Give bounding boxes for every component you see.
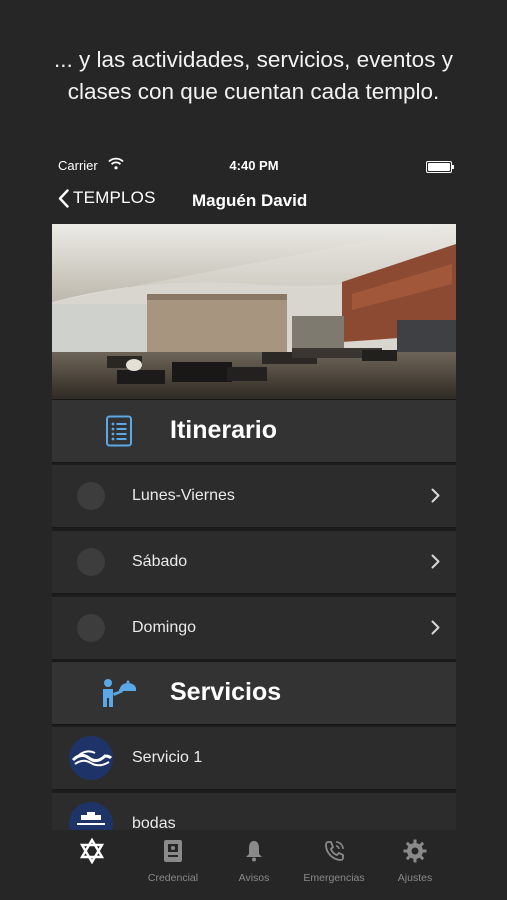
list-item[interactable]: Domingo (52, 597, 456, 660)
list-item[interactable]: bodas (52, 793, 456, 830)
bullet-icon (77, 614, 105, 642)
tab-home[interactable] (75, 830, 109, 888)
chevron-right-icon (431, 488, 440, 503)
status-bar: Carrier 4:40 PM (52, 156, 456, 176)
phone-icon (325, 841, 344, 861)
back-button[interactable]: TEMPLOS (58, 188, 156, 208)
star-of-david-icon (79, 838, 105, 864)
tab-label: Avisos (238, 872, 270, 884)
page-title: Maguén David (192, 191, 308, 210)
list-item[interactable]: Lunes-Viernes (52, 465, 456, 528)
tab-emergencias[interactable]: Emergencias (296, 830, 372, 888)
list-item-label: Domingo (132, 619, 197, 636)
itinerario-header: Itinerario (52, 399, 456, 463)
list-item-label: Lunes-Viernes (132, 487, 235, 504)
gear-icon (403, 839, 427, 863)
temple-lobby-photo (52, 224, 456, 399)
chevron-left-icon (58, 188, 69, 208)
list-document-icon (106, 415, 132, 447)
caption-line-1: ... y las actividades, servicios, evento… (54, 47, 453, 72)
tab-avisos[interactable]: Avisos (229, 830, 279, 888)
list-item-label: Sábado (132, 553, 188, 570)
section-title: Itinerario (170, 416, 277, 444)
wave-logo-icon (69, 736, 113, 780)
tab-label: Credencial (147, 872, 199, 884)
tab-label: Emergencias (303, 872, 365, 884)
temple-detail-scroll[interactable]: Itinerario Lunes-Viernes Sábado Domingo … (52, 224, 456, 830)
promo-caption: ... y las actividades, servicios, evento… (0, 44, 507, 108)
chevron-right-icon (431, 620, 440, 635)
wedding-logo-icon (69, 802, 113, 830)
back-label: TEMPLOS (73, 188, 156, 207)
battery-icon (426, 161, 454, 173)
tab-bar: Credencial Avisos Emergencias Ajustes (52, 830, 456, 888)
list-item-label: Servicio 1 (132, 749, 203, 766)
list-item[interactable]: Sábado (52, 531, 456, 594)
tab-credencial[interactable]: Credencial (138, 830, 208, 888)
navigation-bar: TEMPLOS Maguén David (52, 186, 456, 218)
caption-line-2: clases con que cuentan cada templo. (67, 79, 440, 104)
chevron-right-icon (431, 554, 440, 569)
clock: 4:40 PM (229, 158, 279, 173)
list-item-label: bodas (132, 815, 176, 830)
list-item[interactable]: Servicio 1 (52, 727, 456, 790)
service-waiter-icon (103, 679, 136, 707)
tab-label: Ajustes (397, 872, 433, 884)
bullet-icon (77, 482, 105, 510)
bullet-icon (77, 548, 105, 576)
bell-icon (246, 841, 262, 862)
tab-ajustes[interactable]: Ajustes (390, 830, 440, 888)
id-card-icon (164, 840, 182, 862)
servicios-header: Servicios (52, 661, 456, 725)
section-title: Servicios (170, 678, 282, 706)
